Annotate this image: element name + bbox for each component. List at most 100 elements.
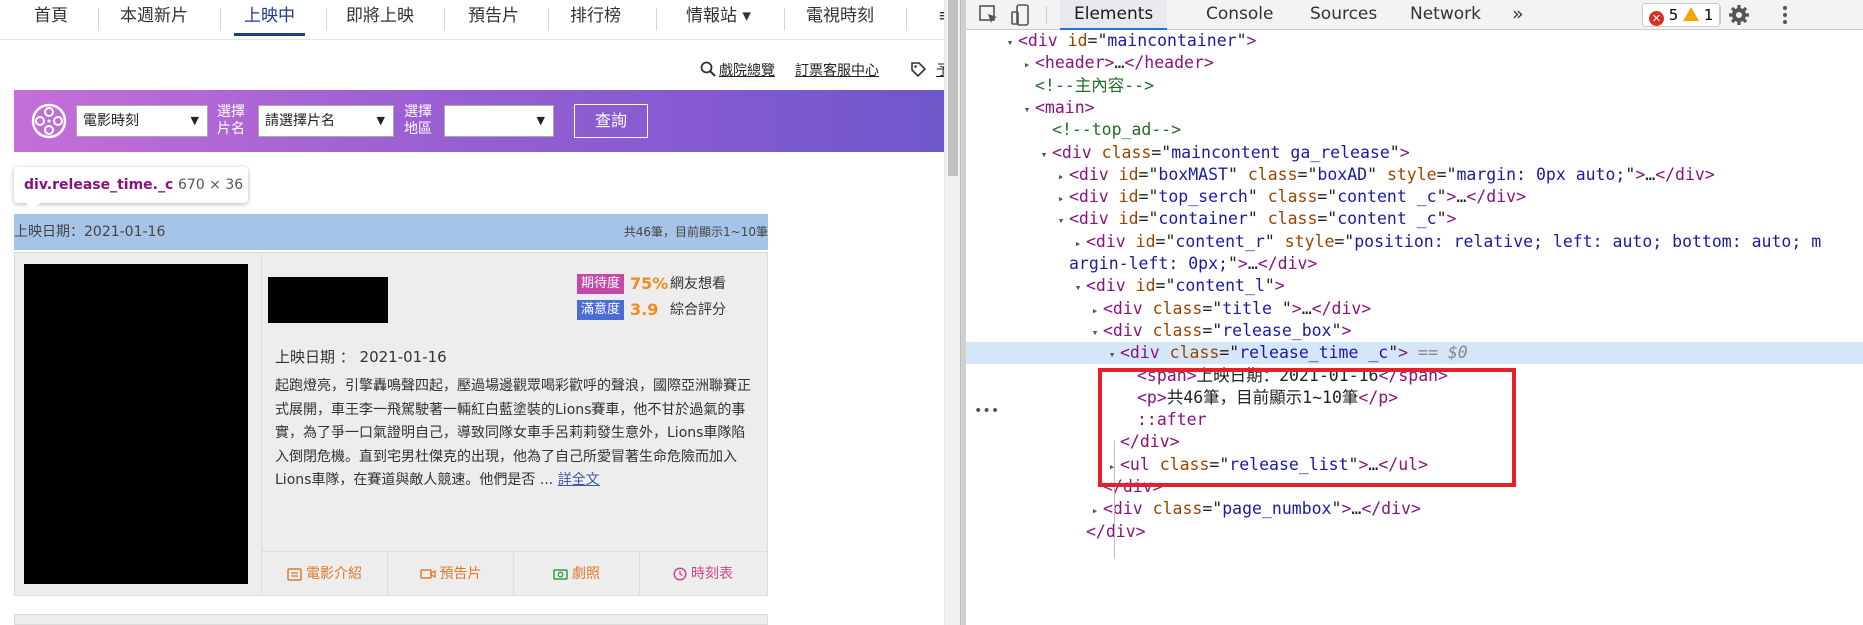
chevron-down-icon: ▼ [536, 114, 545, 127]
nav-separator [98, 8, 99, 30]
nav-separator [548, 8, 549, 30]
collapsed-arrow-icon[interactable]: ▸ [1104, 456, 1120, 478]
film-select-value: 請選擇片名 [265, 113, 335, 129]
collapsed-arrow-icon[interactable]: ▸ [1087, 500, 1103, 522]
nav-item-home[interactable]: 首頁 [34, 0, 68, 36]
release-time-count: 共46筆，目前顯示1~10筆 [623, 225, 768, 239]
showtimes-button[interactable]: 時刻表 [640, 552, 766, 596]
dom-node-line[interactable]: <!--主內容--> [966, 75, 1154, 97]
nav-separator [656, 8, 657, 30]
dom-node-markup: <div id="content_r" style="position: rel… [1086, 231, 1822, 251]
satisfaction-rating: 滿意度 3.9 綜合評分 [577, 299, 726, 321]
page-scrollbar[interactable] [944, 0, 960, 625]
expanded-arrow-icon[interactable]: ▾ [1070, 277, 1086, 299]
expanded-arrow-icon[interactable]: ▾ [1053, 210, 1069, 232]
nav-item-now-showing[interactable]: 上映中 [234, 0, 305, 36]
more-tabs-button[interactable]: » [1512, 0, 1524, 30]
dom-node-line[interactable]: <!--top_ad--> [966, 119, 1181, 141]
nav-item-news-dropdown[interactable]: 情報站 ▾ [686, 0, 751, 36]
collapsed-arrow-icon[interactable]: ▸ [1019, 54, 1035, 76]
movie-release-date: 上映日期 ： 2021-01-16 [275, 348, 447, 366]
tree-guide-line [1114, 440, 1115, 558]
expectation-value: 75% [630, 274, 669, 293]
tab-sources[interactable]: Sources [1310, 0, 1377, 30]
satisfaction-badge: 滿意度 [577, 300, 625, 320]
video-camera-icon [419, 569, 436, 579]
expanded-arrow-icon[interactable]: ▾ [1019, 99, 1035, 121]
dom-node-line[interactable]: ▾ <main> [966, 97, 1095, 119]
truncated-link[interactable]: 予 [936, 60, 944, 80]
dom-node-selected[interactable]: ▾ <div class="release_time _c"> == $0 [966, 342, 1863, 366]
tab-console[interactable]: Console [1206, 0, 1274, 30]
film-select[interactable]: 請選擇片名 ▼ [258, 105, 394, 137]
devtools-panel: Elements Console Sources Network » ✕ 5 1… [966, 0, 1863, 625]
movie-title-redacted[interactable] [268, 277, 388, 323]
collapsed-arrow-icon[interactable]: ▸ [1053, 166, 1069, 188]
dom-node-line[interactable]: ▾ <div id="maincontainer"> [966, 30, 1257, 54]
area-select[interactable]: ▼ [444, 105, 554, 137]
expanded-arrow-icon[interactable]: ▾ [1104, 344, 1120, 366]
dom-node-line[interactable]: </div> [966, 521, 1146, 543]
dom-node-markup: <div class="maincontent ga_release"> [1052, 142, 1410, 162]
toolbar-separator [1046, 6, 1047, 24]
release-time-bar: 上映日期：2021-01-16 共46筆，目前顯示1~10筆 [14, 214, 768, 250]
nav-item-tv-schedule[interactable]: 電視時刻 [806, 0, 874, 36]
collapsed-arrow-icon[interactable]: ▸ [1087, 300, 1103, 322]
expanded-arrow-icon[interactable]: ▾ [1036, 144, 1052, 166]
dom-node-line[interactable]: <p>共46筆，目前顯示1~10筆</p> [966, 387, 1398, 409]
read-more-link[interactable]: 詳全文 [558, 472, 600, 488]
gear-icon[interactable] [1728, 4, 1750, 26]
issues-counter[interactable]: ✕ 5 1 [1642, 3, 1721, 27]
photo-icon [553, 569, 568, 580]
nav-item-coming-soon[interactable]: 即將上映 [346, 0, 414, 36]
ticket-service-link[interactable]: 訂票客服中心 [795, 60, 879, 80]
expanded-arrow-icon[interactable]: ▾ [1087, 322, 1103, 344]
dom-node-markup: ::after [1137, 410, 1207, 430]
expanded-arrow-icon[interactable]: ▾ [1002, 32, 1018, 54]
dom-node-markup: </div> [1086, 521, 1146, 541]
dom-node-line[interactable]: </div> [966, 431, 1180, 453]
error-count: 5 [1668, 6, 1679, 24]
theater-overview-link[interactable]: 戲院總覽 [719, 60, 775, 80]
chevron-down-icon: ▼ [190, 114, 199, 127]
dom-node-line[interactable]: ▸ <div id="top_serch" class="content _c">… [966, 186, 1526, 208]
nav-item-trailers[interactable]: 預告片 [468, 0, 519, 36]
dom-node-line[interactable]: ▾ <div class="maincontent ga_release"> [966, 142, 1410, 164]
nav-separator [220, 8, 221, 30]
elements-dom-tree: ••• ▾ <div id="maincontainer"> ▸ <header>…<… [966, 30, 1863, 625]
dom-node-line[interactable]: ▸ <div class="title ">…</div> [966, 298, 1372, 322]
dom-node-line[interactable]: ::after [966, 409, 1207, 431]
film-reel-icon [31, 103, 67, 139]
nav-item-rankings[interactable]: 排行榜 [570, 0, 621, 36]
dom-node-markup: <span>上映日期：2021-01-16</span> [1137, 365, 1448, 385]
dom-node-line[interactable]: ▸ <div class="page_numbox">…</div> [966, 498, 1421, 520]
nav-item-weekly-new[interactable]: 本週新片 [120, 0, 188, 36]
dom-node-line[interactable]: ▸ <header>…</header> [966, 52, 1214, 74]
dom-node-line[interactable]: ▸ <div id="content_r" style="position: re… [966, 231, 1821, 253]
collapsed-arrow-icon[interactable]: ▸ [1070, 233, 1086, 255]
collapsed-arrow-icon[interactable]: ▸ [1053, 188, 1069, 210]
trailer-button[interactable]: 預告片 [388, 552, 514, 596]
query-button[interactable]: 查詢 [574, 104, 648, 138]
dom-node-markup: <div id="content_l"> [1086, 276, 1285, 296]
search-type-select[interactable]: 電影時刻 ▼ [76, 105, 208, 137]
dom-node-line[interactable]: </div> [966, 476, 1163, 498]
scrollbar-thumb[interactable] [948, 0, 958, 176]
movie-poster[interactable] [24, 264, 248, 584]
dom-node-line[interactable]: ▾ <div class="release_box"> [966, 320, 1352, 344]
dom-node-line[interactable]: <span>上映日期：2021-01-16</span> [966, 365, 1448, 387]
website-viewport: 首頁 本週新片 上映中 即將上映 預告片 排行榜 情報站 ▾ 電視時刻 ≡ 戲院… [0, 0, 960, 625]
dom-node-line[interactable]: argin-left: 0px;">…</div> [966, 253, 1317, 275]
dom-node-line[interactable]: ▸ <div id="boxMAST" class="boxAD" style="… [966, 164, 1715, 186]
kebab-menu-icon[interactable] [1774, 4, 1796, 26]
tab-network[interactable]: Network [1410, 0, 1481, 30]
inspect-element-icon[interactable] [978, 4, 1000, 26]
dom-node-line[interactable]: ▸ <ul class="release_list">…</ul> [966, 454, 1428, 476]
device-toolbar-icon[interactable] [1010, 4, 1032, 26]
stills-button[interactable]: 劇照 [514, 552, 640, 596]
tag-icon [911, 62, 926, 77]
dom-node-line[interactable]: ▾ <div id="container" class="content _c"> [966, 208, 1457, 232]
tab-elements[interactable]: Elements [1060, 0, 1168, 30]
dom-node-line[interactable]: ▾ <div id="content_l"> [966, 275, 1285, 297]
movie-intro-button[interactable]: 電影介紹 [262, 552, 388, 596]
